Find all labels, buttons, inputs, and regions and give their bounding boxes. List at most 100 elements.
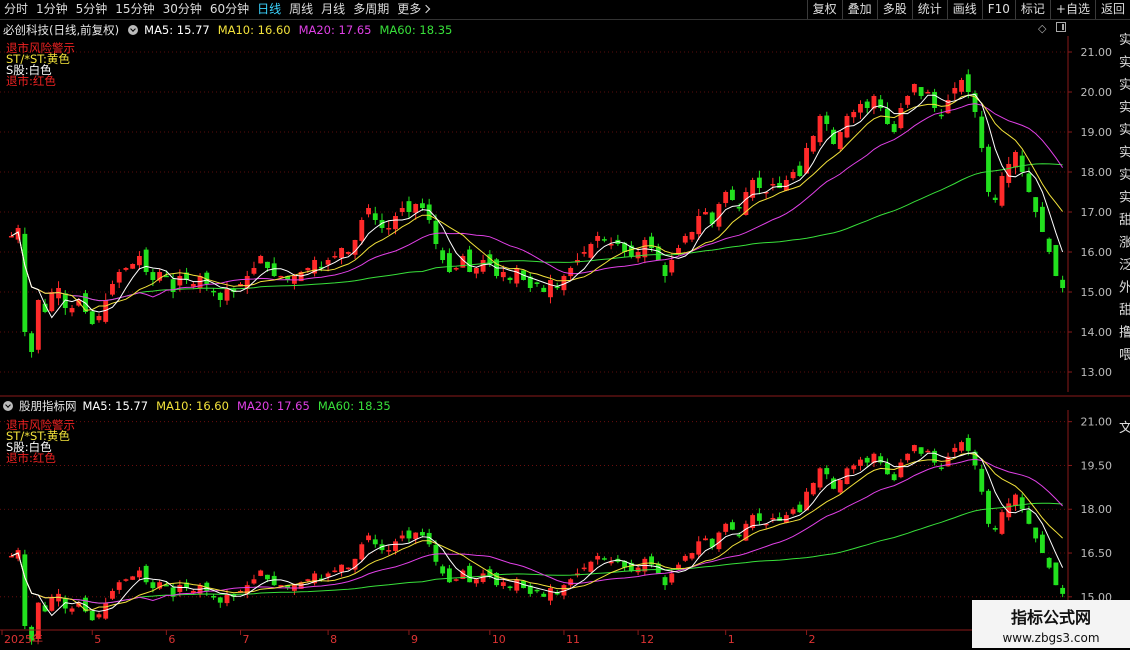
candle-body xyxy=(22,233,28,332)
candle-body xyxy=(581,567,587,570)
x-tick-label: 11 xyxy=(566,633,580,646)
candle-body xyxy=(426,204,432,220)
period-tab-6[interactable]: 日线 xyxy=(253,0,285,19)
candle-body xyxy=(864,457,870,463)
candle-body xyxy=(534,282,540,284)
chevron-down-icon[interactable] xyxy=(128,25,139,35)
ma5-value: MA5: 15.77 xyxy=(144,23,210,37)
period-tab-1[interactable]: 1分钟 xyxy=(32,0,72,19)
toolbar-button-6[interactable]: 标记 xyxy=(1014,0,1050,19)
candle-body xyxy=(1013,494,1018,506)
y-tick-label: 19.00 xyxy=(1081,126,1113,139)
toolbar-button-5[interactable]: F10 xyxy=(981,0,1015,19)
diamond-icon[interactable]: ◇ xyxy=(1038,22,1046,35)
candle-body xyxy=(366,535,371,541)
toolbar-button-3[interactable]: 统计 xyxy=(911,0,947,19)
candle-body xyxy=(487,254,493,264)
x-tick-label: 8 xyxy=(330,633,337,646)
candle-body xyxy=(1033,197,1039,212)
candle-body xyxy=(844,116,850,138)
period-tab-4[interactable]: 30分钟 xyxy=(159,0,206,19)
candle-body xyxy=(35,300,41,350)
candle-body xyxy=(440,566,446,574)
toolbar-button-0[interactable]: 复权 xyxy=(806,0,842,19)
candle-body xyxy=(1053,245,1059,276)
candle-body xyxy=(1033,527,1039,539)
candle-body xyxy=(332,256,338,258)
maximize-icon[interactable] xyxy=(1055,22,1066,32)
chevron-down-icon[interactable] xyxy=(3,401,13,411)
period-tab-2[interactable]: 5分钟 xyxy=(72,0,112,19)
period-tab-0[interactable]: 分时 xyxy=(0,0,32,19)
period-tab-9[interactable]: 多周期 xyxy=(349,0,393,19)
side-label-char: 实 xyxy=(1119,168,1130,183)
candle-body xyxy=(561,585,567,596)
candle-body xyxy=(480,260,486,272)
period-tab-5[interactable]: 60分钟 xyxy=(206,0,253,19)
candle-body xyxy=(15,550,21,559)
side-label-char: 实 xyxy=(1119,101,1130,116)
candle-body xyxy=(393,541,398,551)
y-tick-label: 18.00 xyxy=(1081,503,1113,516)
candle-body xyxy=(642,240,648,258)
x-tick-label: 2025年 xyxy=(4,632,43,646)
candle-body xyxy=(837,480,843,493)
candle-body xyxy=(979,468,985,492)
toolbar-button-7[interactable]: +自选 xyxy=(1049,0,1095,19)
candle-body xyxy=(339,248,344,258)
candle-body xyxy=(1060,587,1066,594)
main-price-panel: 13.00 14.00 15.00 16.00 17.00 18.00 19.00 20.00… xyxy=(0,36,1112,392)
candle-body xyxy=(150,582,156,589)
candle-body xyxy=(103,602,109,619)
candle-body xyxy=(271,575,277,586)
kline-chart: 13.00 14.00 15.00 16.00 17.00 18.00 19.00 20.00… xyxy=(0,33,1130,646)
period-tab-8[interactable]: 月线 xyxy=(317,0,349,19)
candle-body xyxy=(669,260,675,273)
sub-ma10-value: MA10: 16.60 xyxy=(156,399,229,413)
candle-body xyxy=(521,270,526,280)
candle-body xyxy=(217,292,223,300)
candle-body xyxy=(703,212,708,215)
x-tick-label: 2 xyxy=(809,633,816,646)
candle-body xyxy=(150,272,156,280)
candle-body xyxy=(204,272,210,284)
candle-body xyxy=(251,268,257,274)
candle-body xyxy=(480,573,486,583)
candle-body xyxy=(231,594,237,597)
period-tab-10[interactable]: 更多 xyxy=(393,0,433,19)
candle-body xyxy=(703,538,708,541)
candle-body xyxy=(339,564,344,572)
candle-body xyxy=(89,311,95,324)
candle-body xyxy=(898,462,904,478)
toolbar-button-8[interactable]: 返回 xyxy=(1094,0,1130,19)
toolbar-button-1[interactable]: 叠加 xyxy=(841,0,877,19)
candle-body xyxy=(42,605,48,612)
candle-body xyxy=(224,288,230,301)
candle-body xyxy=(790,509,796,514)
candle-body xyxy=(170,587,176,597)
candle-body xyxy=(123,268,129,270)
candle-body xyxy=(756,513,762,521)
candle-body xyxy=(986,490,991,524)
period-tab-7[interactable]: 周线 xyxy=(285,0,317,19)
period-tab-3[interactable]: 15分钟 xyxy=(111,0,158,19)
candle-body xyxy=(548,280,553,298)
candle-body xyxy=(575,573,580,576)
candle-body xyxy=(163,584,169,587)
candle-body xyxy=(298,582,304,589)
candle-body xyxy=(393,216,398,230)
candle-body xyxy=(359,220,365,241)
candle-body xyxy=(925,92,931,94)
y-tick-label: 19.50 xyxy=(1081,459,1113,472)
stock-title[interactable]: 必创科技(日线,前复权) xyxy=(3,22,119,38)
candle-body xyxy=(884,108,890,124)
candle-body xyxy=(76,300,82,306)
toolbar-button-2[interactable]: 多股 xyxy=(876,0,912,19)
indicator-title[interactable]: 股朋指标网 xyxy=(19,398,77,414)
toolbar-button-4[interactable]: 画线 xyxy=(946,0,982,19)
candle-body xyxy=(305,268,311,271)
candle-body xyxy=(817,116,823,143)
candle-body xyxy=(1006,503,1012,518)
candle-body xyxy=(965,437,971,451)
indicator-panel: 15.0016.5018.0019.5021.00 xyxy=(0,410,1112,645)
